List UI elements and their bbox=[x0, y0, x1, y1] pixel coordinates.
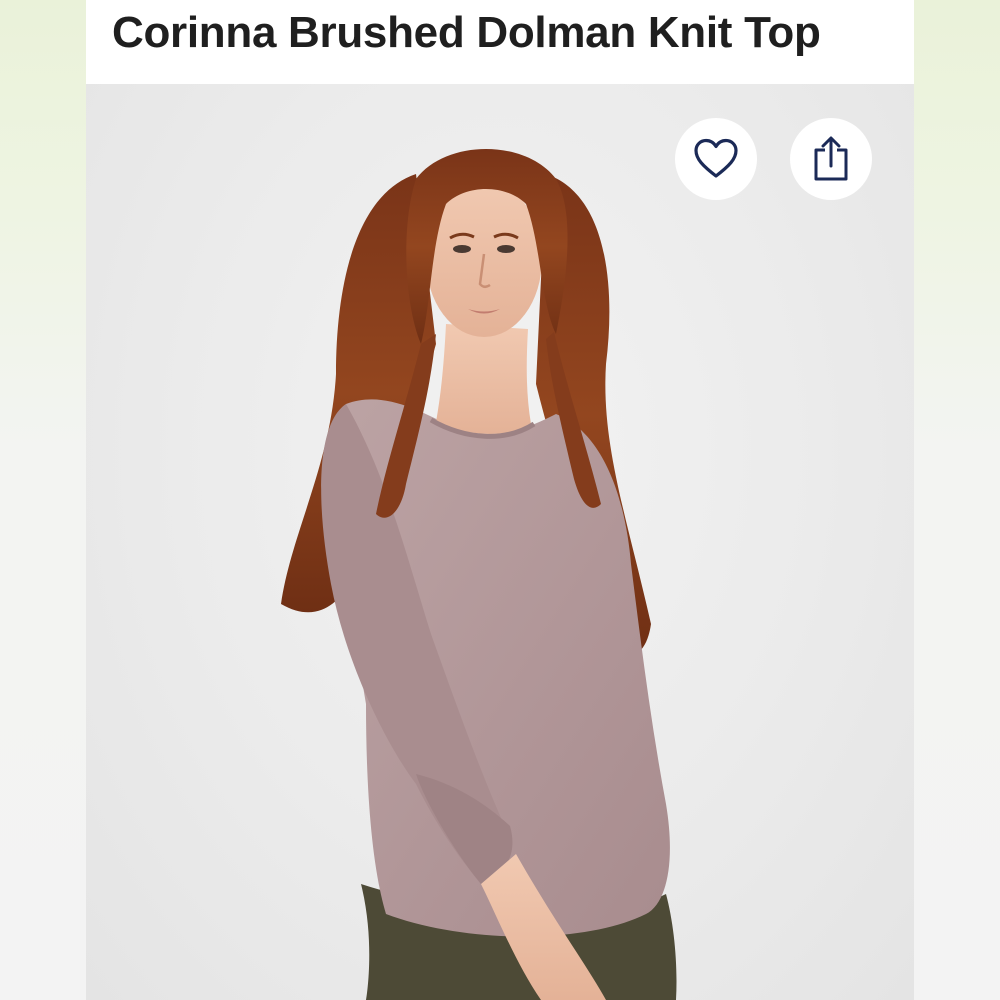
page-background-right bbox=[914, 0, 1000, 1000]
heart-icon bbox=[694, 138, 738, 178]
model-illustration bbox=[281, 149, 677, 1000]
product-image[interactable] bbox=[86, 84, 914, 1000]
product-title: Corinna Brushed Dolman Knit Top bbox=[112, 8, 821, 57]
share-icon bbox=[814, 136, 848, 181]
share-button[interactable] bbox=[790, 118, 872, 200]
favorite-button[interactable] bbox=[675, 118, 757, 200]
product-header: Corinna Brushed Dolman Knit Top bbox=[86, 0, 914, 84]
product-card: Corinna Brushed Dolman Knit Top bbox=[86, 0, 914, 1000]
page-background-left bbox=[0, 0, 86, 1000]
model-neck bbox=[436, 324, 531, 434]
